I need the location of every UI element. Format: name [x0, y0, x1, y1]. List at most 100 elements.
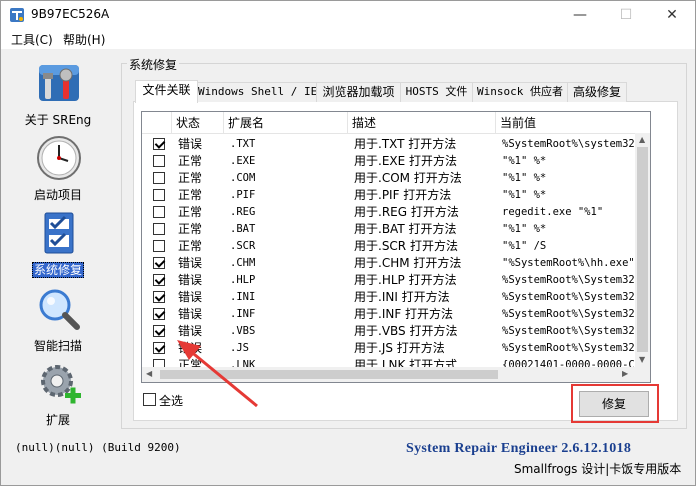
cell-desc: 用于.VBS 打开方法: [354, 324, 458, 338]
tab-advanced-repair[interactable]: 高级修复: [567, 82, 627, 102]
row-checkbox[interactable]: [153, 274, 165, 286]
sidebar-label-smart-scan: 智能扫描: [33, 339, 82, 353]
cell-value: %SystemRoot%\System32\: [502, 325, 642, 337]
table-row[interactable]: 错误 .HLP 用于.HLP 打开方法 %SystemRoot%\System32\: [142, 272, 641, 289]
scroll-down-icon[interactable]: ▼: [639, 355, 645, 364]
sidebar-label-startup: 启动项目: [33, 188, 82, 202]
cell-value: %SystemRoot%\system32\N: [502, 138, 648, 150]
cell-ext: .COM: [230, 172, 256, 184]
cell-desc: 用于.HLP 打开方法: [354, 273, 457, 287]
row-checkbox[interactable]: [153, 291, 165, 303]
cell-ext: .REG: [230, 206, 256, 218]
close-button[interactable]: ✕: [649, 1, 695, 29]
tab-file-association[interactable]: 文件关联: [135, 80, 198, 103]
menu-help[interactable]: 帮助(H): [63, 31, 105, 48]
cell-desc: 用于.COM 打开方法: [354, 171, 462, 185]
table-row[interactable]: 错误 .INI 用于.INI 打开方法 %SystemRoot%\System32\: [142, 289, 641, 306]
cell-desc: 用于.EXE 打开方法: [354, 154, 458, 168]
table-row[interactable]: 正常 .COM 用于.COM 打开方法 "%1" %*: [142, 170, 638, 187]
annotation-highlight-box: [571, 384, 659, 423]
list-header: 状态 扩展名 描述 当前值: [142, 112, 650, 134]
tab-windows-shell-ie[interactable]: Windows Shell / IE: [197, 82, 317, 102]
column-check[interactable]: [142, 112, 172, 134]
row-checkbox[interactable]: [153, 257, 165, 269]
row-checkbox[interactable]: [153, 342, 165, 354]
row-checkbox[interactable]: [153, 308, 165, 320]
sidebar-label-about: 关于 SREng: [24, 113, 92, 127]
cell-status: 错误: [178, 307, 203, 321]
row-checkbox[interactable]: [153, 240, 165, 252]
cell-value: "%1" %*: [502, 155, 547, 167]
cell-value: %SystemRoot%\System32\: [502, 274, 642, 286]
scroll-right-icon[interactable]: ▶: [622, 369, 628, 378]
minimize-button[interactable]: —: [557, 1, 603, 29]
column-extension[interactable]: 扩展名: [224, 112, 348, 134]
magnifier-icon: [39, 289, 80, 330]
cell-status: 正常: [178, 154, 203, 168]
vertical-scrollbar[interactable]: ▲ ▼: [635, 133, 650, 367]
cell-status: 正常: [178, 239, 203, 253]
brand-title: System Repair Engineer 2.6.12.1018: [406, 441, 632, 456]
cell-status: 正常: [178, 171, 203, 185]
row-checkbox[interactable]: [153, 206, 165, 218]
cell-desc: 用于.JS 打开方法: [354, 341, 445, 355]
brand-subtitle: Smallfrogs 设计|卡饭专用版本: [514, 462, 682, 476]
cell-value: "%1" %*: [502, 189, 547, 201]
cell-desc: 用于.INF 打开方法: [354, 307, 454, 321]
row-checkbox[interactable]: [153, 223, 165, 235]
sidebar-label-system-repair: 系统修复: [31, 262, 84, 278]
groupbox-title: 系统修复: [127, 56, 180, 73]
cell-value: "%1" %*: [502, 223, 547, 235]
gear-plus-icon: [41, 365, 81, 404]
menu-tools[interactable]: 工具(C): [11, 31, 53, 48]
table-row[interactable]: 错误 .INF 用于.INF 打开方法 %SystemRoot%\System32\: [142, 306, 641, 323]
tab-hosts-file[interactable]: HOSTS 文件: [400, 82, 473, 102]
window-title: 9B97EC526A: [31, 7, 110, 21]
cell-ext: .PIF: [230, 189, 256, 201]
table-row[interactable]: 正常 .BAT 用于.BAT 打开方法 "%1" %*: [142, 221, 638, 238]
vertical-scroll-thumb[interactable]: [637, 147, 648, 352]
table-row[interactable]: 正常 .REG 用于.REG 打开方法 regedit.exe "%1": [142, 204, 638, 221]
menu-bar: 工具(C) 帮助(H): [1, 29, 695, 49]
column-description[interactable]: 描述: [348, 112, 496, 134]
clock-icon: [37, 136, 81, 180]
cell-ext: .BAT: [230, 223, 256, 235]
table-row[interactable]: 正常 .SCR 用于.SCR 打开方法 "%1" /S: [142, 238, 638, 255]
row-checkbox[interactable]: [153, 138, 165, 150]
scroll-left-icon[interactable]: ◀: [146, 369, 152, 378]
row-checkbox[interactable]: [153, 189, 165, 201]
table-row[interactable]: 错误 .CHM 用于.CHM 打开方法 "%SystemRoot%\hh.exe" ": [142, 255, 647, 272]
cell-status: 正常: [178, 205, 203, 219]
cell-ext: .TXT: [230, 138, 256, 150]
select-all-box[interactable]: [143, 393, 156, 406]
checklist-icon: [44, 212, 74, 254]
cell-status: 错误: [178, 273, 203, 287]
maximize-button[interactable]: ☐: [603, 1, 649, 29]
column-current-value[interactable]: 当前值: [496, 112, 650, 134]
column-status[interactable]: 状态: [172, 112, 224, 134]
cell-value: %SystemRoot%\System32\: [502, 308, 642, 320]
tools-icon: [39, 65, 79, 101]
cell-value: %SystemRoot%\System32\: [502, 342, 642, 354]
cell-desc: 用于.INI 打开方法: [354, 290, 450, 304]
row-checkbox[interactable]: [153, 172, 165, 184]
tab-browser-addons[interactable]: 浏览器加载项: [316, 82, 401, 102]
table-row[interactable]: 错误 .TXT 用于.TXT 打开方法 %SystemRoot%\system32\N: [142, 136, 647, 153]
cell-desc: 用于.REG 打开方法: [354, 205, 459, 219]
row-checkbox[interactable]: [153, 325, 165, 337]
cell-status: 错误: [178, 137, 203, 151]
row-checkbox[interactable]: [153, 155, 165, 167]
cell-ext: .INF: [230, 308, 256, 320]
cell-desc: 用于.SCR 打开方法: [354, 239, 458, 253]
tab-winsock-provider[interactable]: Winsock 供应者: [472, 82, 568, 102]
cell-value: "%1" %*: [502, 172, 547, 184]
scroll-up-icon[interactable]: ▲: [639, 135, 645, 144]
table-row[interactable]: 正常 .EXE 用于.EXE 打开方法 "%1" %*: [142, 153, 638, 170]
cell-status: 错误: [178, 256, 203, 270]
cell-desc: 用于.TXT 打开方法: [354, 137, 457, 151]
cell-value: "%SystemRoot%\hh.exe" ": [502, 257, 648, 269]
table-row[interactable]: 正常 .PIF 用于.PIF 打开方法 "%1" %*: [142, 187, 638, 204]
cell-status: 正常: [178, 222, 203, 236]
annotation-arrow-icon: [177, 340, 258, 408]
cell-status: 错误: [178, 290, 203, 304]
